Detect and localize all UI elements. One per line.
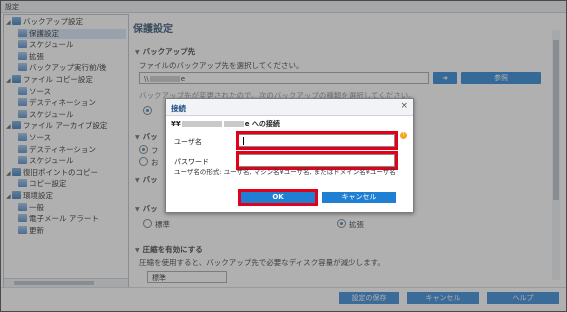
dialog-title: 接続 [171, 104, 186, 113]
connection-target: ¥¥ e への接続 [171, 119, 280, 129]
conn-prefix: ¥¥ [171, 120, 181, 128]
dialog-title-bar: 接続 × [166, 99, 413, 116]
settings-window: 設定 更新 電子メール アラート 一般 ◢ 環境設定 コピー設定 ◢ 復旧ポイントのコピー スケ… [0, 0, 567, 312]
dialog-cancel-button[interactable]: キャンセル [322, 192, 396, 203]
close-icon[interactable]: × [400, 101, 408, 111]
redacted-text [223, 121, 244, 127]
conn-label: e への接続 [244, 120, 280, 128]
highlight-frame [238, 189, 318, 206]
password-label: パスワード [174, 158, 209, 166]
username-format-hint: ユーザ名の形式: ユーザ名, マシン名¥ユーザ名, またはドメイン名¥ユーザ名 [174, 168, 396, 176]
connect-dialog: 接続 × ¥¥ e への接続 ユーザ名 パスワード ユーザ名の形式: ユーザ名, … [165, 98, 414, 213]
username-label: ユーザ名 [174, 138, 202, 146]
highlight-frame [236, 131, 398, 150]
warning-icon: ! [400, 132, 407, 139]
redacted-text [181, 121, 222, 127]
